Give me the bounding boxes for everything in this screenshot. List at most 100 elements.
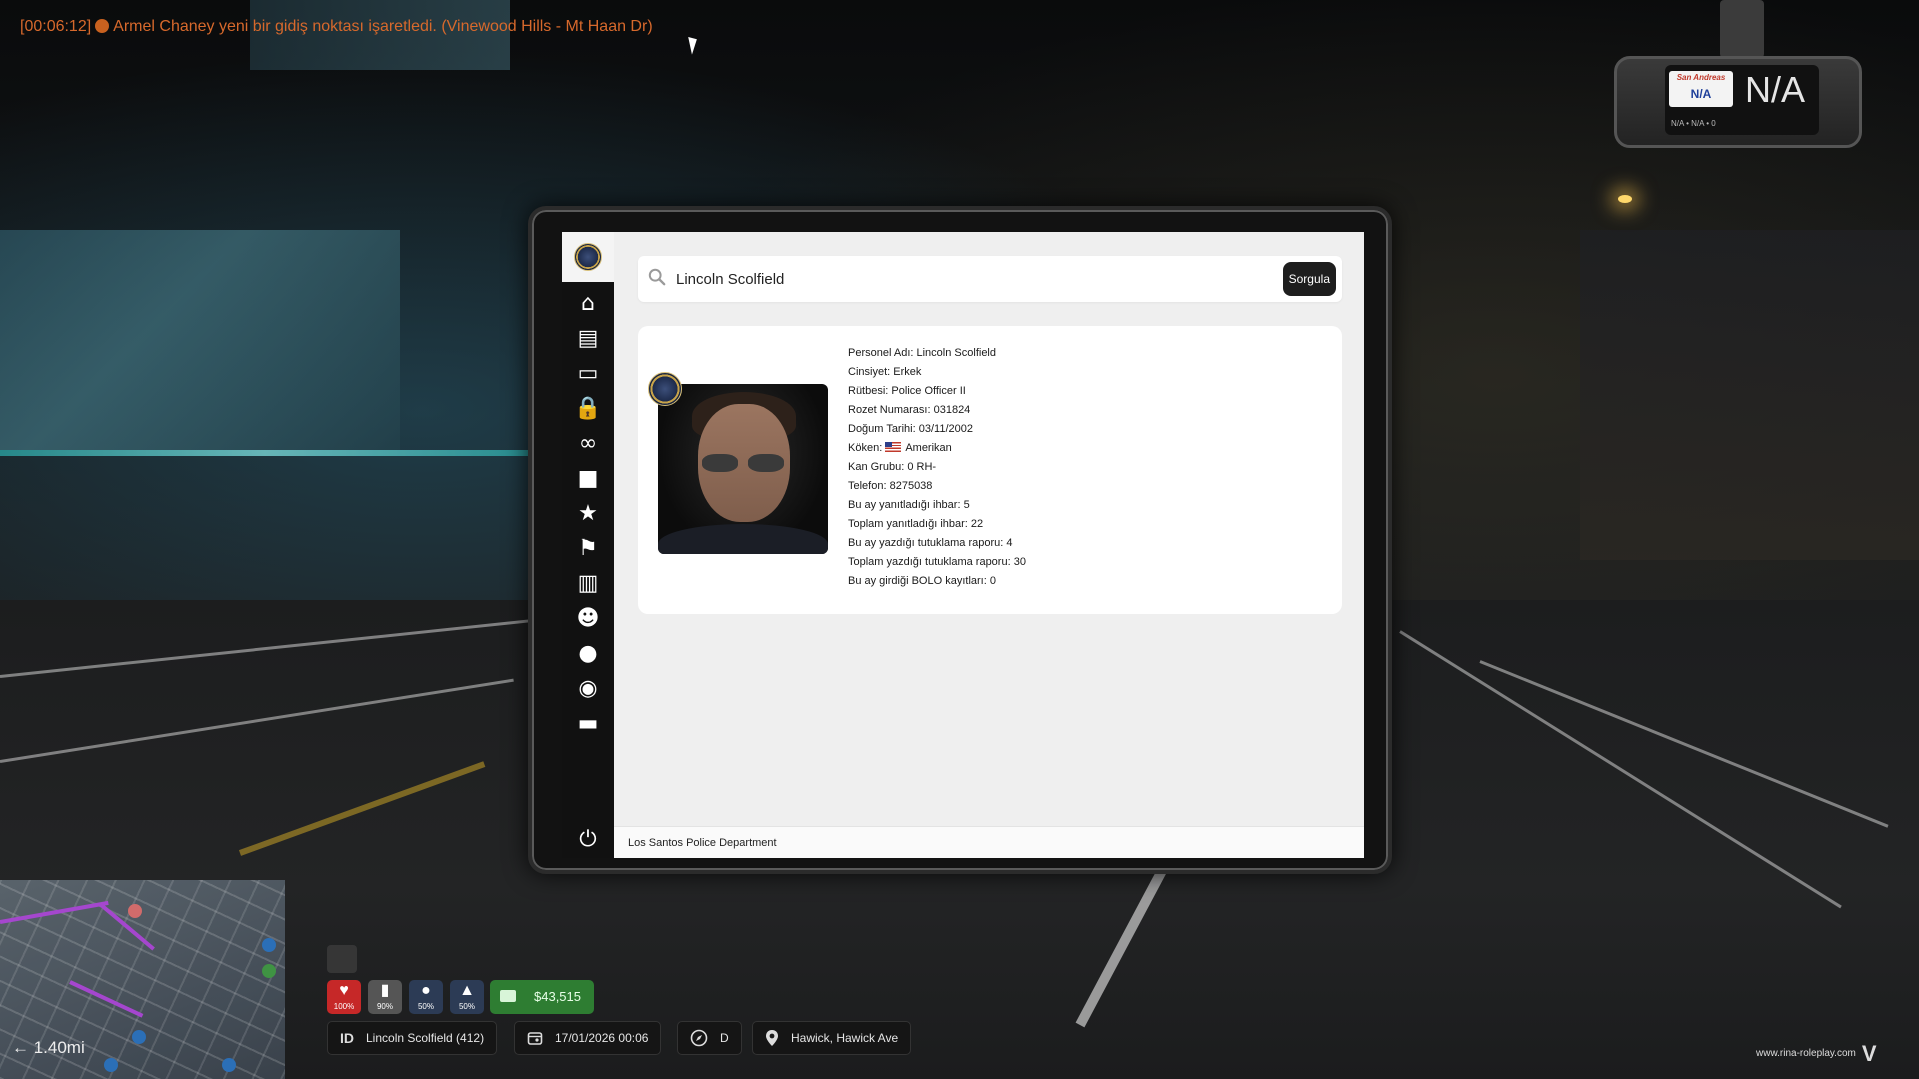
compass-icon	[690, 1029, 708, 1047]
officer-info: Personel Adı: Lincoln Scolfield Cinsiyet:…	[848, 344, 1026, 591]
money-display: $43,515	[490, 980, 594, 1014]
dashcam-screen: San Andreas N/A N/A N/A • N/A • 0	[1665, 65, 1819, 135]
id-icon: ID	[340, 1030, 354, 1046]
profile-label: Personel Adı:	[848, 347, 914, 359]
profile-value: 30	[1013, 556, 1026, 568]
hunger-icon: ●	[421, 982, 431, 999]
seal-icon	[648, 372, 682, 406]
sidebar-item-star[interactable]: ★	[562, 496, 614, 530]
power-button[interactable]: ⏻	[562, 822, 614, 856]
wallet-icon	[500, 990, 516, 1002]
sidebar-item-home[interactable]: ⌂	[562, 286, 614, 320]
uniform	[658, 524, 828, 554]
notification-dot-icon	[95, 19, 110, 33]
binoculars-icon: ∞	[578, 430, 598, 456]
sidebar-item-archive[interactable]: ▬	[562, 706, 614, 740]
profile-row: Cinsiyet: Erkek	[848, 363, 1026, 382]
profile-row: Toplam yanıtladığı ihbar: 22	[848, 515, 1026, 534]
seal-icon	[574, 243, 602, 271]
us-flag-icon	[885, 442, 902, 452]
sidebar-item-binoculars[interactable]: ∞	[562, 426, 614, 460]
sidebar-item-flag[interactable]: ⚑	[562, 531, 614, 565]
neon-strip	[0, 450, 530, 456]
notes-icon: ▤	[577, 325, 599, 351]
officer-photo	[658, 384, 828, 554]
lock-icon: 🔒	[574, 395, 602, 421]
briefcase-icon: ■	[577, 465, 599, 491]
sidebar-item-clipboard[interactable]: ▥	[562, 566, 614, 600]
location-pin-icon	[766, 1030, 778, 1046]
voice-indicator	[327, 945, 357, 973]
search-input[interactable]	[676, 266, 1256, 292]
flag-icon: ⚑	[578, 535, 598, 561]
sidebar-item-notes[interactable]: ▤	[562, 321, 614, 355]
calendar-icon	[527, 1032, 543, 1045]
profile-value: 031824	[933, 404, 971, 416]
profile-row: Bu ay yanıtladığı ihbar: 5	[848, 496, 1026, 515]
sidebar-item-gauge[interactable]: ◉	[562, 671, 614, 705]
profile-label: Bu ay yanıtladığı ihbar:	[848, 499, 961, 511]
search-bar: Sorgula	[638, 256, 1342, 302]
profile-value: 5	[963, 499, 970, 511]
map-marker	[104, 1058, 118, 1072]
profile-label: Rütbesi:	[848, 385, 889, 397]
notification-message: Armel Chaney yeni bir gidiş noktası işar…	[113, 18, 653, 35]
sidebar-item-users[interactable]: ☻	[562, 601, 614, 635]
website-watermark: www.rina-roleplay.com V	[1756, 1041, 1877, 1067]
plate-state: San Andreas	[1676, 73, 1726, 82]
profile-value: 0	[989, 575, 996, 587]
sidebar-item-user[interactable]: ●	[562, 636, 614, 670]
profile-row: Telefon: 8275038	[848, 477, 1026, 496]
profile-row: Bu ay yazdığı tutuklama raporu: 4	[848, 534, 1026, 553]
profile-row: Toplam yazdığı tutuklama raporu: 30	[848, 553, 1026, 572]
profile-label: Toplam yanıtladığı ihbar:	[848, 518, 968, 530]
sidebar-item-briefcase[interactable]: ■	[562, 461, 614, 495]
plate-text-small: N/A	[1690, 87, 1712, 101]
profile-value: 0 RH-	[907, 461, 937, 473]
billboard	[0, 230, 400, 450]
profile-label: Köken:	[848, 442, 883, 454]
profile-label: Kan Grubu:	[848, 461, 905, 473]
profile-label: Doğum Tarihi:	[848, 423, 916, 435]
thirst-icon: ▲	[459, 982, 475, 999]
mdt-screen: Sorgula Personel Adı: Lincoln ScolfieldC…	[614, 232, 1364, 858]
gauge-icon: ◉	[578, 675, 598, 701]
storefront	[1580, 230, 1919, 560]
armor-stat: ▮ 90%	[368, 980, 402, 1014]
notification-time: [00:06:12]	[20, 18, 92, 35]
home-icon: ⌂	[581, 290, 595, 316]
profile-label: Toplam yazdığı tutuklama raporu:	[848, 556, 1011, 568]
dashcam-plate-reader: San Andreas N/A N/A N/A • N/A • 0	[1614, 56, 1862, 148]
officer-profile-card: Personel Adı: Lincoln Scolfield Cinsiyet:…	[638, 326, 1342, 614]
armor-value: 90%	[376, 1002, 393, 1011]
map-marker	[262, 938, 276, 952]
datetime-pill: 17/01/2026 00:06	[514, 1021, 662, 1055]
mdt-sidebar: ⌂ ▤ ▭ 🔒 ∞ ■ ★ ⚑ ▥ ☻ ● ◉ ▬ ⏻	[562, 232, 614, 858]
search-icon	[648, 268, 666, 286]
sidebar-item-folder[interactable]: ▭	[562, 356, 614, 390]
profile-value: Amerikan	[905, 442, 952, 454]
license-plate: San Andreas N/A	[1669, 71, 1733, 107]
archive-icon: ▬	[577, 710, 599, 736]
map-marker	[222, 1058, 236, 1072]
lspd-seal-logo[interactable]	[562, 232, 614, 282]
sunglasses	[702, 454, 786, 474]
star-icon: ★	[578, 500, 598, 526]
player-id-pill: ID Lincoln Scolfield (412)	[327, 1021, 498, 1055]
hunger-value: 50%	[417, 1002, 434, 1011]
dashcam-mount	[1720, 0, 1764, 58]
query-button[interactable]: Sorgula	[1282, 262, 1336, 296]
health-value: 100%	[333, 1002, 355, 1011]
profile-row: Rozet Numarası: 031824	[848, 401, 1026, 420]
profile-label: Telefon:	[848, 480, 887, 492]
profile-value: Police Officer II	[891, 385, 966, 397]
profile-label: Rozet Numarası:	[848, 404, 931, 416]
thirst-stat: ▲ 50%	[450, 980, 484, 1014]
mouse-cursor-icon	[688, 35, 700, 55]
profile-value: 22	[970, 518, 984, 530]
health-icon: ♥	[339, 982, 349, 999]
sidebar-item-lock[interactable]: 🔒	[562, 391, 614, 425]
profile-label: Bu ay girdiği BOLO kayıtları:	[848, 575, 987, 587]
plate-subtext: N/A • N/A • 0	[1671, 119, 1716, 128]
profile-row: Personel Adı: Lincoln Scolfield	[848, 344, 1026, 363]
